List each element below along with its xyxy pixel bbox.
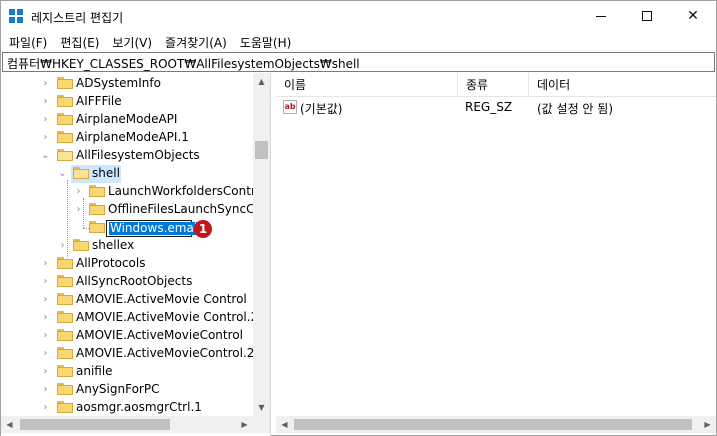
column-header-data[interactable]: 데이터 — [529, 73, 649, 97]
tree-scroll-thumb[interactable] — [255, 141, 268, 159]
scroll-right-arrow-icon[interactable]: ▶ — [699, 416, 716, 433]
key-tree-pane: › ADSystemInfo › AIFFFile › AirplaneMode… — [1, 73, 271, 436]
folder-icon — [89, 221, 105, 233]
maximize-button[interactable] — [624, 1, 670, 31]
menu-help[interactable]: 도움말(H) — [234, 31, 299, 52]
folder-icon — [57, 95, 73, 107]
tree-horizontal-scrollbar[interactable]: ◀ ▶ — [1, 416, 270, 433]
values-list-pane: 이름 종류 데이터 ab (기본값) REG_SZ (값 설정 안 됨) — [276, 73, 716, 416]
folder-icon — [57, 131, 73, 143]
folder-icon — [57, 113, 73, 125]
expand-chevron-icon[interactable]: › — [41, 115, 50, 125]
collapse-chevron-icon[interactable]: ⌄ — [58, 169, 67, 179]
expand-chevron-icon[interactable]: › — [41, 97, 50, 107]
folder-open-icon — [57, 149, 73, 161]
list-hscroll-thumb[interactable] — [294, 419, 692, 430]
maximize-icon — [642, 11, 652, 21]
tree-item-airplanemodeapi[interactable]: AirplaneModeAPI — [76, 112, 177, 126]
scroll-right-arrow-icon[interactable]: ▶ — [236, 416, 253, 433]
tree-item-offlinefileslaunchsynccenter[interactable]: OfflineFilesLaunchSyncCen — [108, 202, 269, 216]
menu-favorites[interactable]: 즐겨찾기(A) — [159, 31, 234, 52]
close-button[interactable]: ✕ — [670, 1, 716, 31]
folder-icon — [57, 77, 73, 89]
list-header: 이름 종류 데이터 — [276, 73, 716, 97]
folder-icon — [89, 185, 105, 197]
folder-icon — [89, 203, 105, 215]
tree-item-adsysteminfo[interactable]: ADSystemInfo — [76, 76, 161, 90]
registry-editor-window: 레지스트리 편집기 ✕ 파일(F) 편집(E) 보기(V) 즐겨찾기(A) 도움… — [0, 0, 717, 436]
expand-chevron-icon[interactable]: › — [41, 133, 50, 143]
address-bar[interactable]: 컴퓨터₩HKEY_CLASSES_ROOT₩AllFilesystemObjec… — [2, 52, 715, 72]
tree-guide-line — [83, 198, 84, 228]
expand-chevron-icon[interactable]: › — [74, 187, 83, 197]
list-horizontal-scrollbar[interactable]: ◀ ▶ — [276, 416, 716, 433]
value-type: REG_SZ — [465, 100, 513, 114]
column-header-name[interactable]: 이름 — [276, 73, 458, 97]
tree-item-shell[interactable]: shell — [92, 166, 120, 180]
minimize-icon — [596, 15, 606, 17]
value-data: (값 설정 안 됨) — [537, 102, 614, 116]
step-number-badge: 1 — [194, 220, 212, 238]
tree-item-allfilesystemobjects[interactable]: AllFilesystemObjects — [76, 148, 200, 162]
scroll-left-arrow-icon[interactable]: ◀ — [276, 416, 293, 433]
menu-bar: 파일(F) 편집(E) 보기(V) 즐겨찾기(A) 도움말(H) — [1, 31, 716, 52]
expand-chevron-icon[interactable]: › — [41, 79, 50, 89]
tree-vertical-scrollbar[interactable]: ▲ ▼ — [253, 73, 270, 416]
window-title: 레지스트리 편집기 — [31, 11, 124, 25]
string-value-icon: ab — [283, 100, 297, 114]
tree-guide-line — [67, 180, 68, 260]
column-header-type[interactable]: 종류 — [458, 73, 529, 97]
list-row[interactable]: ab (기본값) REG_SZ (값 설정 안 됨) — [276, 97, 716, 117]
expand-chevron-icon[interactable]: › — [74, 205, 83, 215]
registry-editor-icon — [9, 9, 24, 24]
menu-edit[interactable]: 편집(E) — [54, 31, 106, 52]
tree-item-airplanemodeapi-1[interactable]: AirplaneModeAPI.1 — [76, 130, 189, 144]
tree-hscroll-thumb[interactable] — [20, 419, 170, 430]
rename-key-text: Windows.email — [109, 221, 202, 235]
menu-view[interactable]: 보기(V) — [106, 31, 159, 52]
scroll-left-arrow-icon[interactable]: ◀ — [1, 416, 18, 433]
collapse-chevron-icon[interactable]: ⌄ — [41, 151, 50, 161]
rename-key-input[interactable]: Windows.email — [106, 220, 202, 237]
close-icon: ✕ — [687, 8, 699, 24]
minimize-button[interactable] — [578, 1, 624, 31]
scroll-down-arrow-icon[interactable]: ▼ — [253, 399, 270, 416]
tree-item-launchworkfolderscontrol[interactable]: LaunchWorkfoldersControl — [108, 184, 266, 198]
scroll-up-arrow-icon[interactable]: ▲ — [253, 73, 270, 90]
menu-file[interactable]: 파일(F) — [3, 31, 54, 52]
value-name: (기본값) — [300, 102, 343, 116]
folder-open-icon — [73, 167, 89, 179]
title-bar: 레지스트리 편집기 ✕ — [1, 1, 716, 31]
tree-item-aifffile[interactable]: AIFFFile — [76, 94, 122, 108]
